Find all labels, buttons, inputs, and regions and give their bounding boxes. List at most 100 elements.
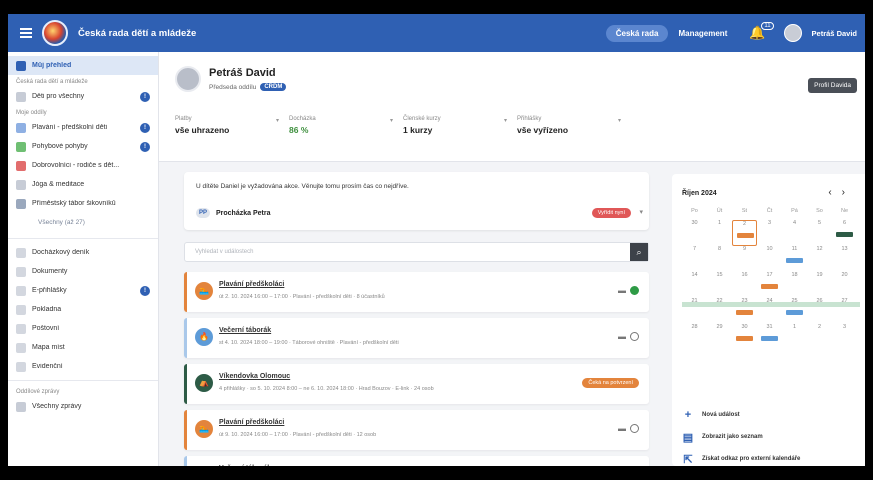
calendar-day[interactable]: 17 xyxy=(757,272,782,298)
calendar-event-marker[interactable] xyxy=(761,284,778,289)
calendar-event-marker[interactable] xyxy=(737,233,754,238)
calendar-day[interactable]: 7 xyxy=(682,246,707,272)
sidebar-item-tool[interactable]: Poštovní xyxy=(8,319,158,338)
sidebar-item-group[interactable]: Dobrovolníci - rodiče s dět... xyxy=(8,156,158,175)
calendar-day[interactable]: 23 xyxy=(732,298,757,324)
sidebar-item-org[interactable]: Děti pro všechny ! xyxy=(8,87,158,106)
calendar-day[interactable]: 18 xyxy=(782,272,807,298)
event-card[interactable]: ⛺ Víkendovka Olomouc 4 přihlášky · so 5. 1… xyxy=(184,364,649,404)
menu-icon[interactable] xyxy=(20,28,32,38)
sidebar-item-label: Plavání - předškolní děti xyxy=(32,124,108,131)
new-event-button[interactable]: + Nová událost xyxy=(682,404,858,426)
app-logo[interactable] xyxy=(42,20,68,46)
sidebar-item-tool[interactable]: Evidenční xyxy=(8,357,158,376)
sidebar-item-label: Pohybové pohyby xyxy=(32,143,88,150)
calendar-day[interactable]: 25 xyxy=(782,298,807,324)
attendance-status[interactable]: ▬ xyxy=(618,424,639,433)
calendar-day[interactable]: 15 xyxy=(707,272,732,298)
event-card[interactable]: 🔥Večerní táborákst 11. 10. 2024 18:00 – … xyxy=(184,456,649,466)
calendar-day[interactable]: 1 xyxy=(782,324,807,350)
sidebar-item-all-messages[interactable]: Všechny zprávy xyxy=(8,397,158,416)
chevron-right-icon[interactable]: › xyxy=(842,187,855,198)
calendar-day[interactable]: 22 xyxy=(707,298,732,324)
profile-stat[interactable]: Docházka 86 % ▾ xyxy=(289,116,403,135)
calendar-day[interactable]: 8 xyxy=(707,246,732,272)
calendar-day[interactable]: 14 xyxy=(682,272,707,298)
calendar-day[interactable]: 5 xyxy=(807,220,832,246)
bell-icon[interactable]: 🔔 11 xyxy=(749,22,774,41)
calendar-day[interactable]: 1 xyxy=(707,220,732,246)
org-switch-button[interactable]: Česká rada xyxy=(605,24,669,42)
calendar-day[interactable]: 9 xyxy=(732,246,757,272)
calendar-day[interactable]: 20 xyxy=(832,272,857,298)
calendar-day[interactable]: 6 xyxy=(832,220,857,246)
action-status-button[interactable]: Vyřídit nyní xyxy=(591,208,631,218)
event-card[interactable]: 🏊 Plavání předškoláci út 9. 10. 2024 16:00… xyxy=(184,410,649,450)
calendar-event-marker[interactable] xyxy=(836,232,853,237)
profile-stat[interactable]: Členské kurzy 1 kurzy ▾ xyxy=(403,116,517,135)
calendar-day[interactable]: 3 xyxy=(757,220,782,246)
event-title[interactable]: Plavání předškoláci xyxy=(219,419,284,426)
attendance-status[interactable]: ▬ xyxy=(618,332,639,341)
calendar-day[interactable]: 21 xyxy=(682,298,707,324)
profile-stat[interactable]: Přihlášky vše vyřízeno ▾ xyxy=(517,116,631,135)
calendar-day[interactable]: 10 xyxy=(757,246,782,272)
user-name[interactable]: Petráš David xyxy=(812,29,857,38)
sidebar-show-all-groups[interactable]: Všechny (až 27) xyxy=(8,213,158,234)
calendar-event-marker[interactable] xyxy=(786,258,803,263)
event-title[interactable]: Večerní táborák xyxy=(219,465,271,466)
profile-button[interactable]: Profil Davida xyxy=(808,78,857,93)
attendance-status[interactable]: ▬ xyxy=(618,286,639,295)
calendar-day[interactable]: 13 xyxy=(832,246,857,272)
calendar-day[interactable]: 31 xyxy=(757,324,782,350)
calendar-day[interactable]: 16 xyxy=(732,272,757,298)
calendar-event-marker[interactable] xyxy=(736,336,753,341)
calendar-day[interactable]: 3 xyxy=(832,324,857,350)
circle-icon[interactable] xyxy=(630,332,639,341)
calendar-day[interactable]: 2 xyxy=(807,324,832,350)
calendar-event-marker[interactable] xyxy=(786,310,803,315)
action-person[interactable]: PP Procházka Petra xyxy=(196,208,270,218)
calendar-day[interactable]: 2 xyxy=(732,220,757,246)
calendar-day[interactable]: 30 xyxy=(682,220,707,246)
profile-stat[interactable]: Platby vše uhrazeno ▾ xyxy=(175,116,289,135)
calendar-day[interactable]: 30 xyxy=(732,324,757,350)
calendar-event-marker[interactable] xyxy=(736,310,753,315)
sidebar-item-tool[interactable]: Docházkový deník xyxy=(8,243,158,262)
list-view-button[interactable]: ▤ Zobrazit jako seznam xyxy=(682,426,858,448)
sidebar-item-tool[interactable]: Mapa míst xyxy=(8,338,158,357)
management-link[interactable]: Management xyxy=(678,29,727,38)
sidebar-item-group[interactable]: Pohybové pohyby! xyxy=(8,137,158,156)
search-input[interactable]: Vyhledat v událostech xyxy=(195,249,253,255)
calendar-event-marker[interactable] xyxy=(761,336,778,341)
circle-icon[interactable] xyxy=(630,424,639,433)
sidebar-item-group[interactable]: Příměstský tábor šikovníků xyxy=(8,194,158,213)
calendar-day[interactable]: 24 xyxy=(757,298,782,324)
calendar-day[interactable]: 29 xyxy=(707,324,732,350)
calendar-day[interactable]: 27 xyxy=(832,298,857,324)
event-card[interactable]: 🏊 Plavání předškoláci út 2. 10. 2024 16:00… xyxy=(184,272,649,312)
calendar-day[interactable]: 19 xyxy=(807,272,832,298)
event-search[interactable]: Vyhledat v událostech ⌕ xyxy=(184,242,649,262)
chevron-left-icon[interactable]: ‹ xyxy=(828,187,841,198)
calendar-day[interactable]: 11 xyxy=(782,246,807,272)
event-title[interactable]: Víkendovka Olomouc xyxy=(219,373,290,380)
external-calendar-link-button[interactable]: ⇱ Získat odkaz pro externí kalendáře xyxy=(682,448,858,466)
calendar-day[interactable]: 4 xyxy=(782,220,807,246)
event-title[interactable]: Večerní táborák xyxy=(219,327,271,334)
search-icon[interactable]: ⌕ xyxy=(630,243,648,261)
event-title[interactable]: Plavání předškoláci xyxy=(219,281,284,288)
sidebar-item-tool[interactable]: Dokumenty xyxy=(8,262,158,281)
user-avatar[interactable] xyxy=(783,24,802,42)
sidebar-item-tool[interactable]: Pokladna xyxy=(8,300,158,319)
calendar-day[interactable]: 28 xyxy=(682,324,707,350)
check-circle-icon[interactable] xyxy=(630,286,639,295)
sidebar-item-tool[interactable]: E-přihlášky! xyxy=(8,281,158,300)
calendar-day[interactable]: 12 xyxy=(807,246,832,272)
sidebar-item-overview[interactable]: Můj přehled xyxy=(8,56,158,75)
sidebar-item-group[interactable]: Jóga & meditace xyxy=(8,175,158,194)
event-card[interactable]: 🔥 Večerní táborák st 4. 10. 2024 18:00 – 1… xyxy=(184,318,649,358)
chevron-down-icon[interactable]: ▾ xyxy=(639,208,643,216)
calendar-day[interactable]: 26 xyxy=(807,298,832,324)
sidebar-item-group[interactable]: Plavání - předškolní děti! xyxy=(8,118,158,137)
